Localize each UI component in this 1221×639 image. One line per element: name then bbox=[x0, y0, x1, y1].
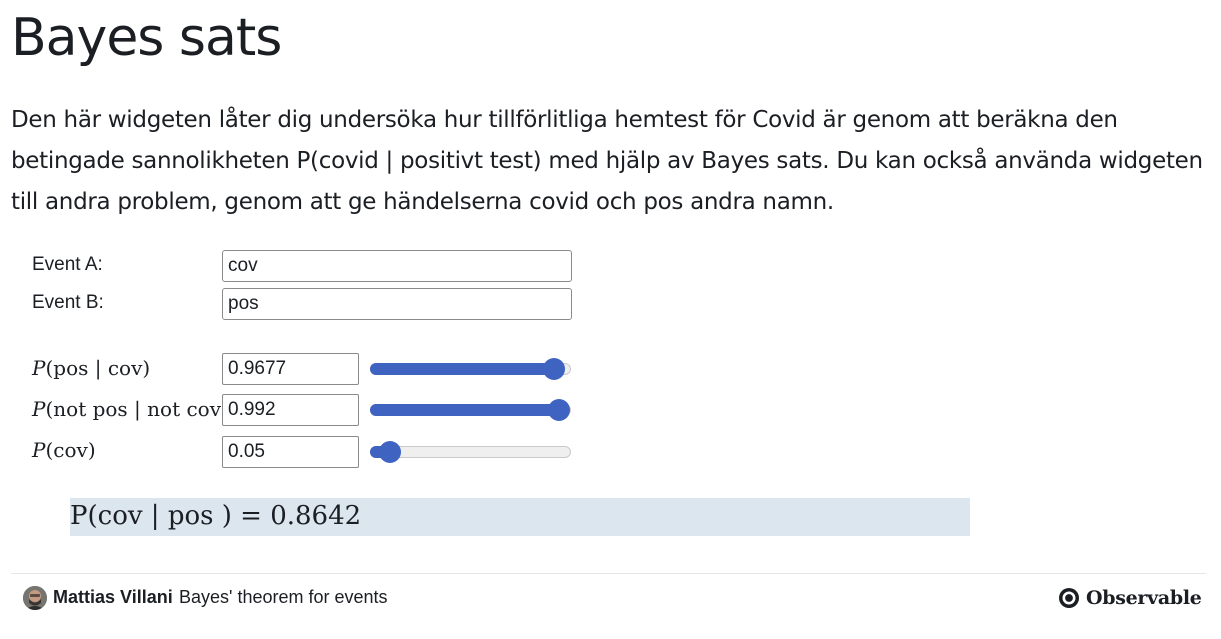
p-pos-given-cov-slider[interactable] bbox=[370, 357, 571, 381]
p-cov-label: P(cov) bbox=[32, 438, 96, 462]
prob-symbol: P bbox=[32, 356, 46, 380]
author-avatar[interactable] bbox=[23, 586, 47, 610]
event-b-input[interactable] bbox=[222, 288, 572, 320]
slider-fill bbox=[370, 404, 565, 416]
p-notpos-given-notcov-label: P(not pos | not cov) bbox=[32, 397, 229, 421]
observable-wordmark: Observable bbox=[1086, 587, 1202, 609]
slider-thumb[interactable] bbox=[547, 399, 570, 421]
p-notpos-given-notcov-input[interactable] bbox=[222, 394, 359, 426]
intro-paragraph: Den här widgeten låter dig undersöka hur… bbox=[11, 107, 1203, 215]
posterior-result: P(cov | pos ) = 0.8642 bbox=[70, 498, 970, 536]
p-pos-given-cov-input[interactable] bbox=[222, 353, 359, 385]
prob-args: (pos | cov) bbox=[45, 356, 151, 380]
prob-symbol: P bbox=[32, 438, 46, 462]
event-b-label: Event B: bbox=[32, 292, 104, 313]
prob-symbol: P bbox=[32, 397, 46, 421]
observable-icon bbox=[1059, 588, 1079, 608]
avatar-image bbox=[23, 586, 47, 610]
observable-logo[interactable]: Observable bbox=[1058, 586, 1202, 610]
p-notpos-given-notcov-slider[interactable] bbox=[370, 398, 571, 422]
author-name[interactable]: Mattias Villani bbox=[53, 587, 173, 608]
p-pos-given-cov-label: P(pos | cov) bbox=[32, 356, 150, 380]
notebook-title[interactable]: Bayes' theorem for events bbox=[179, 587, 388, 608]
slider-thumb[interactable] bbox=[378, 441, 401, 463]
page-title: Bayes sats bbox=[11, 8, 282, 68]
prob-args: (cov) bbox=[45, 438, 96, 462]
footer-divider bbox=[11, 573, 1206, 574]
p-cov-slider[interactable] bbox=[370, 440, 571, 464]
slider-fill bbox=[370, 363, 561, 375]
event-a-input[interactable] bbox=[222, 250, 572, 282]
slider-thumb[interactable] bbox=[543, 358, 566, 380]
event-a-label: Event A: bbox=[32, 254, 103, 275]
prob-args: (not pos | not cov) bbox=[45, 397, 229, 421]
p-cov-input[interactable] bbox=[222, 436, 359, 468]
